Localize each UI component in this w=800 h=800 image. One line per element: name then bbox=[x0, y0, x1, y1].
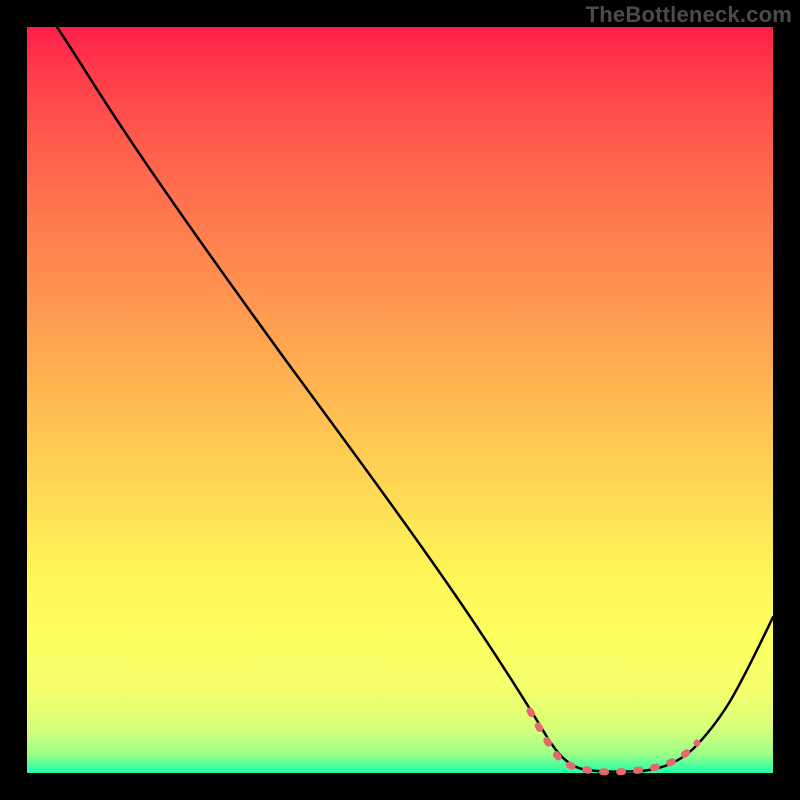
plot-area bbox=[27, 27, 773, 773]
curve-path bbox=[57, 27, 773, 772]
curve-trough-markers bbox=[530, 711, 697, 772]
bottleneck-curve bbox=[27, 27, 773, 773]
chart-frame: TheBottleneck.com bbox=[0, 0, 800, 800]
watermark-label: TheBottleneck.com bbox=[586, 2, 792, 28]
